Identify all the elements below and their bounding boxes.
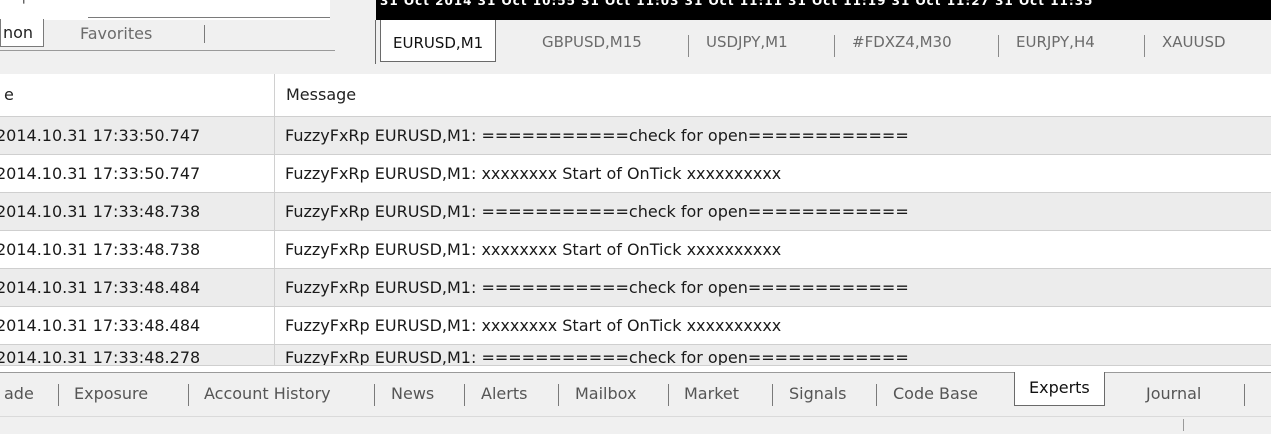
tab-separator [876, 384, 877, 406]
log-message-cell: FuzzyFxRp EURUSD,M1: xxxxxxxx Start of O… [285, 240, 782, 259]
log-message-cell: FuzzyFxRp EURUSD,M1: ===========check fo… [285, 202, 909, 221]
log-message-cell: FuzzyFxRp EURUSD,M1: xxxxxxxx Start of O… [285, 164, 782, 183]
log-message-cell: FuzzyFxRp EURUSD,M1: ===========check fo… [285, 348, 909, 366]
tab-label: Account History [204, 384, 331, 403]
status-bar [0, 416, 1271, 434]
log-time-cell: 2014.10.31 17:33:50.747 [0, 126, 201, 145]
log-time-cell: 2014.10.31 17:33:48.278 [0, 348, 201, 366]
cell-divider [274, 231, 275, 268]
table-row[interactable]: 2014.10.31 17:33:48.738 FuzzyFxRp EURUSD… [0, 193, 1271, 231]
chart-tab-label: XAUUSD [1162, 33, 1226, 51]
tab-exposure[interactable]: Exposure [74, 382, 148, 406]
log-message-cell: FuzzyFxRp EURUSD,M1: xxxxxxxx Start of O… [285, 316, 782, 335]
table-row[interactable]: 2014.10.31 17:33:48.738 FuzzyFxRp EURUSD… [0, 231, 1271, 269]
tab-label: ade [4, 384, 34, 403]
log-time-cell: 2014.10.31 17:33:48.484 [0, 278, 201, 297]
tab-market[interactable]: Market [684, 382, 739, 406]
table-row[interactable]: 2014.10.31 17:33:48.484 FuzzyFxRp EURUSD… [0, 269, 1271, 307]
chart-tab-label: GBPUSD,M15 [542, 33, 642, 51]
tab-separator [1244, 384, 1245, 406]
tab-label: Code Base [893, 384, 979, 403]
chart-tab-label: EURUSD,M1 [393, 34, 484, 52]
log-time-cell: 2014.10.31 17:33:48.738 [0, 202, 201, 221]
log-message-cell: FuzzyFxRp EURUSD,M1: ===========check fo… [285, 278, 909, 297]
log-message-cell: FuzzyFxRp EURUSD,M1: ===========check fo… [285, 126, 909, 145]
log-time-cell: 2014.10.31 17:33:50.747 [0, 164, 201, 183]
navigator-header: ' [0, 0, 330, 20]
tab-alerts[interactable]: Alerts [481, 382, 527, 406]
navigator-bottom-line [0, 50, 335, 51]
column-header-time[interactable]: e [4, 74, 14, 116]
tab-experts[interactable]: Experts [1014, 372, 1105, 406]
chart-tab-usdjpy-m1[interactable]: USDJPY,M1 [706, 29, 788, 55]
tab-account-history[interactable]: Account History [204, 382, 331, 406]
cell-divider [274, 155, 275, 192]
tab-label: Experts [1029, 378, 1090, 397]
column-resize-handle[interactable] [274, 74, 275, 116]
table-row[interactable]: 2014.10.31 17:33:50.747 FuzzyFxRp EURUSD… [0, 117, 1271, 155]
chart-tab-eurjpy-h4[interactable]: EURJPY,H4 [1016, 29, 1095, 55]
tab-separator [1144, 35, 1145, 57]
tab-separator [558, 384, 559, 406]
tab-separator [374, 384, 375, 406]
column-header-message[interactable]: Message [286, 74, 356, 116]
navigator-title-fragment: ' [22, 0, 26, 14]
tab-label: Market [684, 384, 739, 403]
tab-news[interactable]: News [391, 382, 434, 406]
navigator-tabs: non Favorites [0, 19, 335, 51]
navigator-tab-favorites[interactable]: Favorites [70, 19, 162, 49]
tab-separator [204, 25, 205, 43]
chart-time-axis: 31 Oct 2014 31 Oct 10:55 31 Oct 11:03 31… [376, 0, 1271, 20]
log-time-cell: 2014.10.31 17:33:48.738 [0, 240, 201, 259]
tab-label: Exposure [74, 384, 149, 403]
chart-tab-gbpusd-m15[interactable]: GBPUSD,M15 [542, 29, 642, 55]
cell-divider [274, 193, 275, 230]
cell-divider [274, 345, 275, 365]
tab-label: Alerts [481, 384, 528, 403]
tab-separator [188, 384, 189, 406]
cell-divider [274, 307, 275, 344]
tab-signals[interactable]: Signals [789, 382, 846, 406]
tab-label: Mailbox [575, 384, 637, 403]
tab-separator [834, 35, 835, 57]
navigator-tab-label: Favorites [80, 24, 153, 43]
chart-tab-fdxz4-m30[interactable]: #FDXZ4,M30 [852, 29, 952, 55]
tab-separator [772, 384, 773, 406]
table-row[interactable]: 2014.10.31 17:33:48.484 FuzzyFxRp EURUSD… [0, 307, 1271, 345]
tab-code-base[interactable]: Code Base [893, 382, 978, 406]
navigator-tab-common[interactable]: non [0, 19, 45, 47]
chart-tab-label: EURJPY,H4 [1016, 33, 1095, 51]
tab-separator [464, 384, 465, 406]
experts-log-table: e Message 2014.10.31 17:33:50.747 FuzzyF… [0, 74, 1271, 372]
log-column-headers: e Message [0, 74, 1271, 117]
chart-tab-xauusd[interactable]: XAUUSD [1162, 29, 1226, 55]
tab-journal[interactable]: Journal [1146, 382, 1201, 406]
chart-tab-eurusd-m1[interactable]: EURUSD,M1 [380, 20, 497, 62]
status-divider [1183, 419, 1184, 431]
tab-mailbox[interactable]: Mailbox [575, 382, 636, 406]
cell-divider [274, 269, 275, 306]
chart-window-tabs: EURUSD,M1 GBPUSD,M15 USDJPY,M1 #FDXZ4,M3… [376, 20, 1271, 64]
log-time-cell: 2014.10.31 17:33:48.484 [0, 316, 201, 335]
chart-tab-label: USDJPY,M1 [706, 33, 788, 51]
top-panel-strip: ' non Favorites 31 Oct 2014 31 Oct 10:55… [0, 0, 1271, 74]
tab-separator [58, 384, 59, 406]
terminal-tabs: ade Exposure Account History News Alerts… [0, 372, 1271, 417]
navigator-divider [88, 17, 330, 18]
tab-label: Journal [1146, 384, 1202, 403]
navigator-tab-label: non [3, 23, 34, 42]
chart-time-axis-labels: 31 Oct 2014 31 Oct 10:55 31 Oct 11:03 31… [380, 0, 1094, 8]
tab-separator [668, 384, 669, 406]
tab-label: News [391, 384, 435, 403]
chart-tab-label: #FDXZ4,M30 [852, 33, 952, 51]
log-rows: 2014.10.31 17:33:50.747 FuzzyFxRp EURUSD… [0, 117, 1271, 366]
table-row[interactable]: 2014.10.31 17:33:48.278 FuzzyFxRp EURUSD… [0, 345, 1271, 366]
tab-separator [998, 35, 999, 57]
tab-separator [688, 35, 689, 57]
tab-trade[interactable]: ade [4, 382, 34, 406]
table-row[interactable]: 2014.10.31 17:33:50.747 FuzzyFxRp EURUSD… [0, 155, 1271, 193]
cell-divider [274, 117, 275, 154]
tab-label: Signals [789, 384, 847, 403]
